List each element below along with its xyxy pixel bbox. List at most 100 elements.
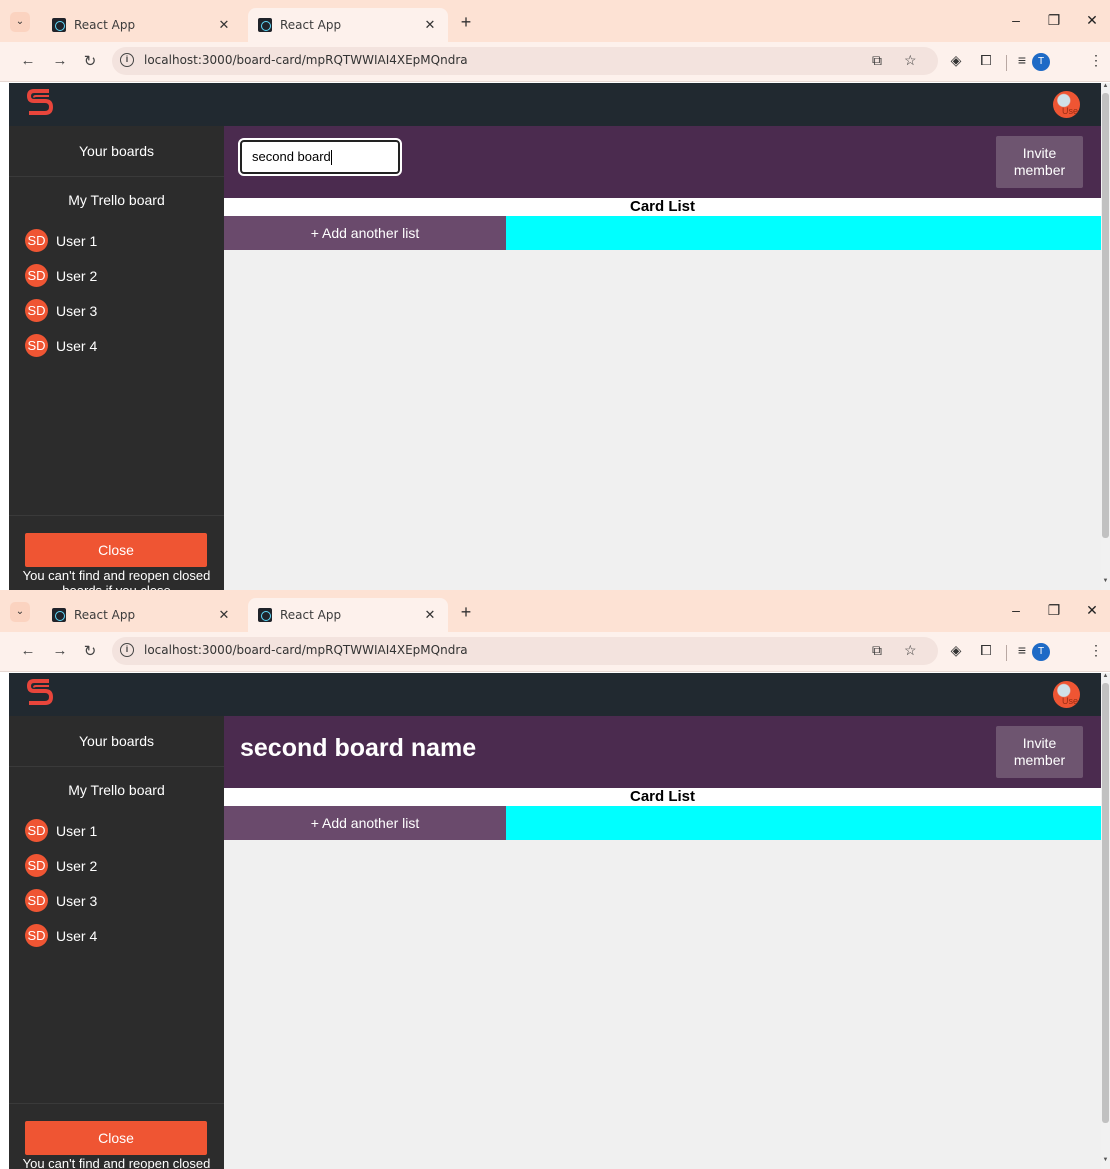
list-row: + Add another list <box>224 806 1101 840</box>
toolbar-divider <box>1006 645 1007 661</box>
logo-icon[interactable] <box>25 87 55 119</box>
minimize-icon[interactable]: – <box>1006 602 1026 618</box>
app-viewport: Use Your boards My Trello board SD User … <box>9 673 1101 1169</box>
tab-title: React App <box>280 18 342 32</box>
browser-tab[interactable]: React App ✕ <box>42 8 242 42</box>
menu-dots-icon[interactable]: ⋮ <box>1086 52 1106 69</box>
sidebar-user-item[interactable]: SD User 1 <box>9 813 224 848</box>
sidebar-user-item[interactable]: SD User 2 <box>9 258 224 293</box>
tab-search-icon[interactable]: ⌄ <box>10 12 30 32</box>
new-tab-icon[interactable]: + <box>456 12 476 33</box>
board-canvas <box>224 840 1101 1169</box>
reload-icon[interactable]: ↻ <box>80 52 100 70</box>
forward-icon[interactable]: → <box>50 642 70 659</box>
restore-icon[interactable]: ❐ <box>1044 602 1064 619</box>
user-initials-badge: SD <box>25 334 48 357</box>
list-row: + Add another list <box>224 216 1101 250</box>
user-avatar[interactable]: Use <box>1053 91 1080 118</box>
browser-tab-active[interactable]: React App ✕ <box>248 598 448 632</box>
user-name: User 3 <box>56 302 98 319</box>
scroll-up-icon[interactable]: ▲ <box>1101 83 1110 89</box>
board-title[interactable]: second board name <box>240 734 476 763</box>
extension-icon[interactable]: ◈ <box>946 642 966 659</box>
tab-close-icon[interactable]: ✕ <box>216 608 232 623</box>
tab-close-icon[interactable]: ✕ <box>422 608 438 623</box>
text-caret <box>330 150 332 166</box>
sidebar-board-name[interactable]: My Trello board <box>9 177 224 223</box>
site-info-icon[interactable]: i <box>120 643 134 657</box>
page-scrollbar[interactable]: ▲ ▼ <box>1101 83 1110 590</box>
sidebar-user-item[interactable]: SD User 4 <box>9 328 224 363</box>
address-bar[interactable]: i localhost:3000/board-card/mpRQTWWIAI4X… <box>112 47 938 75</box>
profile-avatar[interactable]: T <box>1032 643 1050 661</box>
url-text: localhost:3000/board-card/mpRQTWWIAI4XEp… <box>144 53 468 67</box>
user-initials-badge: SD <box>25 299 48 322</box>
reading-list-icon[interactable]: ≡ <box>1012 642 1032 658</box>
browser-toolbar: ← → ↻ i localhost:3000/board-card/mpRQTW… <box>0 632 1110 672</box>
add-another-list-button[interactable]: + Add another list <box>224 806 506 840</box>
invite-member-button[interactable]: Invite member <box>996 726 1083 778</box>
back-icon[interactable]: ← <box>18 52 38 69</box>
close-board-button[interactable]: Close <box>25 533 207 567</box>
window-close-icon[interactable]: ✕ <box>1082 602 1102 619</box>
user-initials-badge: SD <box>25 924 48 947</box>
page-scrollbar[interactable]: ▲ ▼ <box>1101 673 1110 1169</box>
add-another-list-button[interactable]: + Add another list <box>224 216 506 250</box>
bookmark-star-icon[interactable]: ☆ <box>904 642 917 659</box>
board-main: second board name Invite member Card Lis… <box>224 716 1101 1169</box>
extensions-puzzle-icon[interactable]: ⧠ <box>976 642 996 659</box>
new-tab-icon[interactable]: + <box>456 602 476 623</box>
address-bar[interactable]: i localhost:3000/board-card/mpRQTWWIAI4X… <box>112 637 938 665</box>
close-board-note: You can't find and reopen closed boards … <box>22 1156 211 1169</box>
user-name: User 4 <box>56 927 98 944</box>
board-name-input[interactable]: second board <box>238 138 402 176</box>
sidebar-board-name[interactable]: My Trello board <box>9 767 224 813</box>
invite-member-button[interactable]: Invite member <box>996 136 1083 188</box>
tab-close-icon[interactable]: ✕ <box>422 18 438 33</box>
window-close-icon[interactable]: ✕ <box>1082 12 1102 29</box>
user-name: User 3 <box>56 892 98 909</box>
tab-search-icon[interactable]: ⌄ <box>10 602 30 622</box>
user-initials-badge: SD <box>25 819 48 842</box>
user-name: User 1 <box>56 822 98 839</box>
sidebar-user-item[interactable]: SD User 4 <box>9 918 224 953</box>
sidebar-user-item[interactable]: SD User 3 <box>9 883 224 918</box>
forward-icon[interactable]: → <box>50 52 70 69</box>
sidebar: Your boards My Trello board SD User 1 SD… <box>9 126 224 590</box>
site-info-icon[interactable]: i <box>120 53 134 67</box>
sidebar-title: Your boards <box>9 126 224 177</box>
reload-icon[interactable]: ↻ <box>80 642 100 660</box>
back-icon[interactable]: ← <box>18 642 38 659</box>
scroll-down-icon[interactable]: ▼ <box>1101 578 1110 584</box>
bookmark-star-icon[interactable]: ☆ <box>904 52 917 69</box>
logo-icon[interactable] <box>25 677 55 709</box>
sidebar-user-item[interactable]: SD User 3 <box>9 293 224 328</box>
board-main: second board Invite member Card List + A… <box>224 126 1101 590</box>
user-avatar[interactable]: Use <box>1053 681 1080 708</box>
reading-list-icon[interactable]: ≡ <box>1012 52 1032 68</box>
tab-close-icon[interactable]: ✕ <box>216 18 232 33</box>
close-board-button[interactable]: Close <box>25 1121 207 1155</box>
install-app-icon[interactable]: ⧉ <box>872 52 882 69</box>
minimize-icon[interactable]: – <box>1006 12 1026 28</box>
menu-dots-icon[interactable]: ⋮ <box>1086 642 1106 659</box>
sidebar-user-item[interactable]: SD User 1 <box>9 223 224 258</box>
close-board-note: You can't find and reopen closed boards … <box>22 568 211 590</box>
scroll-down-icon[interactable]: ▼ <box>1101 1157 1110 1163</box>
scroll-thumb[interactable] <box>1102 683 1109 1123</box>
browser-tab-active[interactable]: React App ✕ <box>248 8 448 42</box>
scroll-up-icon[interactable]: ▲ <box>1101 673 1110 679</box>
tab-strip: ⌄ React App ✕ React App ✕ + – ❐ ✕ <box>0 590 1110 632</box>
invite-label: member <box>1013 162 1066 178</box>
sidebar-user-item[interactable]: SD User 2 <box>9 848 224 883</box>
sidebar-title: Your boards <box>9 716 224 767</box>
scroll-thumb[interactable] <box>1102 93 1109 538</box>
restore-icon[interactable]: ❐ <box>1044 12 1064 29</box>
browser-tab[interactable]: React App ✕ <box>42 598 242 632</box>
url-text: localhost:3000/board-card/mpRQTWWIAI4XEp… <box>144 643 468 657</box>
install-app-icon[interactable]: ⧉ <box>872 642 882 659</box>
extensions-puzzle-icon[interactable]: ⧠ <box>976 52 996 69</box>
user-initials-badge: SD <box>25 264 48 287</box>
profile-avatar[interactable]: T <box>1032 53 1050 71</box>
extension-icon[interactable]: ◈ <box>946 52 966 69</box>
